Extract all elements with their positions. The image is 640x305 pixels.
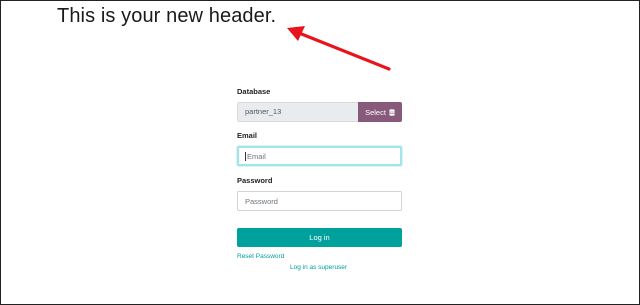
reset-password-link[interactable]: Reset Password [237, 253, 284, 260]
email-placeholder: Email [247, 151, 266, 161]
database-row: partner_13 Select [237, 102, 402, 122]
email-label: Email [237, 131, 258, 140]
red-arrow-annotation [287, 26, 391, 71]
login-form: Database partner_13 Select Email Email P… [237, 87, 402, 277]
login-button[interactable]: Log in [237, 228, 402, 247]
login-links: Reset Password Log in as superuser [237, 247, 402, 277]
database-field: partner_13 [237, 102, 358, 122]
select-database-label: Select [365, 107, 386, 117]
page-frame: This is your new header. Database partne… [0, 0, 640, 305]
login-as-superuser-link[interactable]: Log in as superuser [290, 264, 347, 271]
password-label: Password [237, 176, 273, 185]
text-caret [245, 151, 246, 161]
password-placeholder: Password [245, 196, 278, 206]
database-icon [389, 108, 395, 116]
email-input[interactable]: Email [237, 146, 402, 166]
page-header: This is your new header. [57, 5, 277, 27]
select-database-button[interactable]: Select [358, 102, 402, 122]
password-input[interactable]: Password [237, 191, 402, 211]
database-label: Database [237, 87, 271, 96]
